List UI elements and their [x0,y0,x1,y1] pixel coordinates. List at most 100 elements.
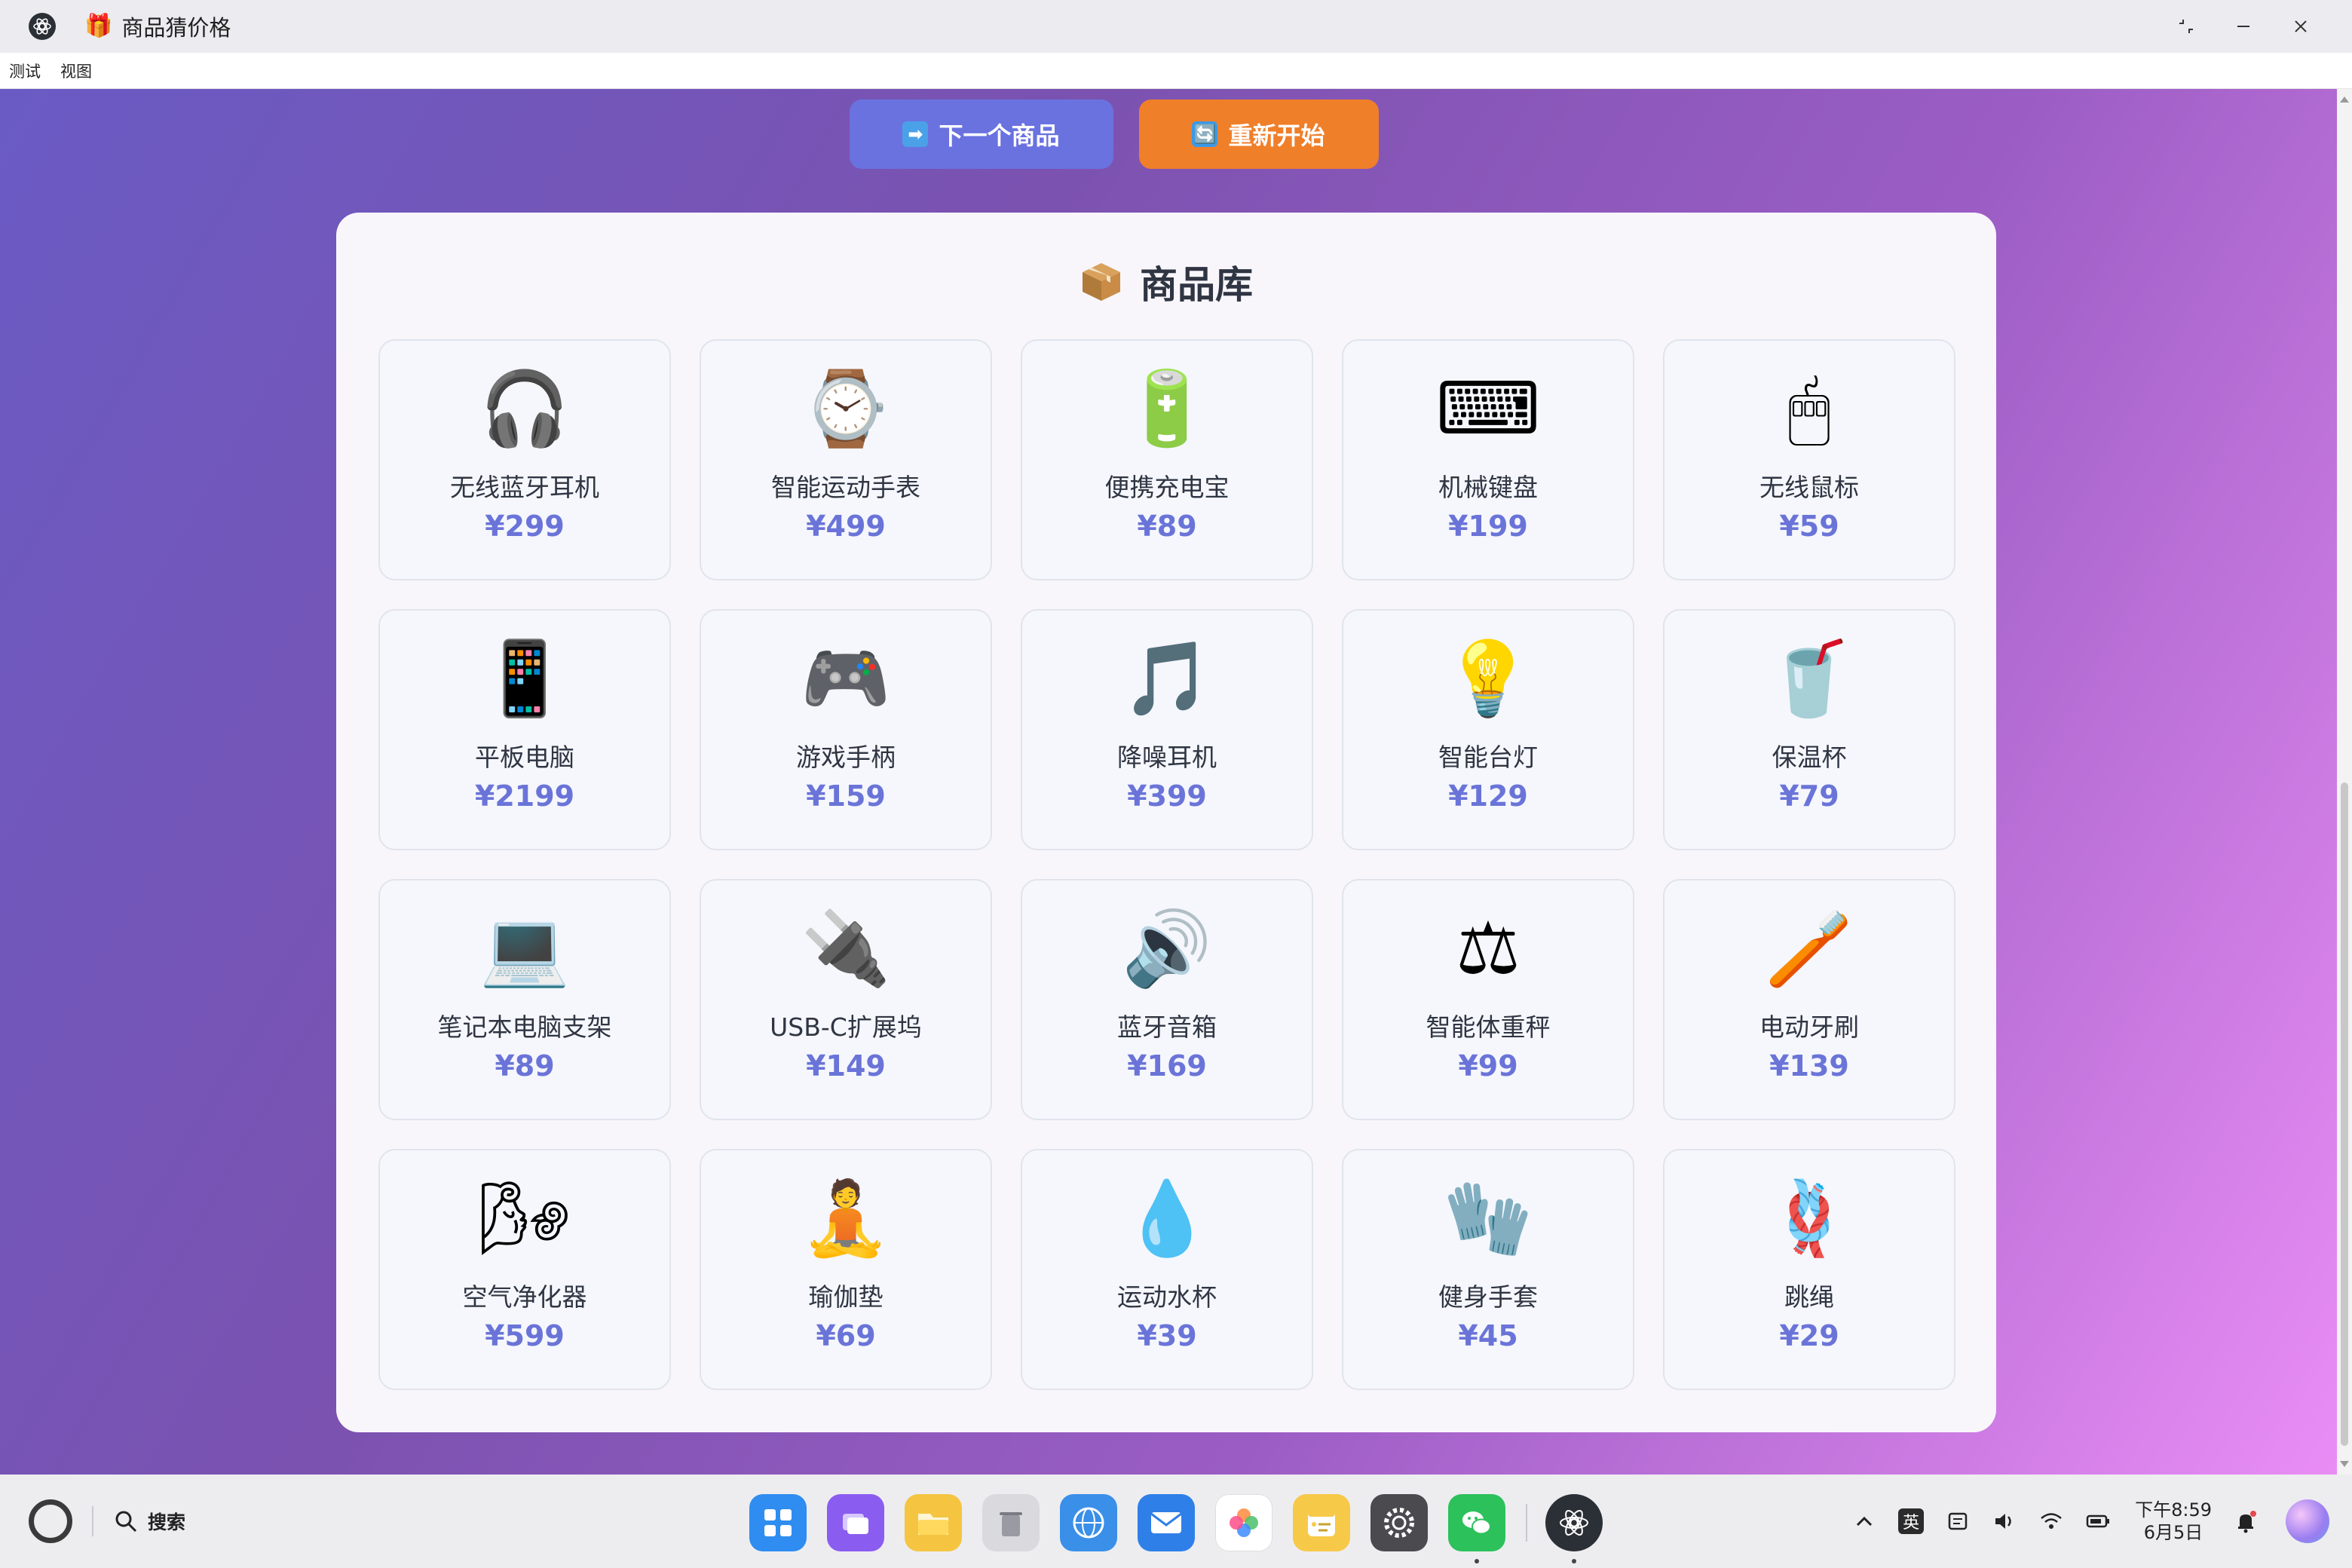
scroll-thumb[interactable] [2341,782,2348,1446]
product-card[interactable]: 🪥 电动牙刷 ¥139 [1663,879,1955,1120]
product-card[interactable]: 🧘 瑜伽垫 ¥69 [700,1149,992,1390]
trash-app-button[interactable] [982,1494,1040,1551]
product-card[interactable]: 💧 运动水杯 ¥39 [1021,1149,1313,1390]
menu-view[interactable]: 视图 [60,60,92,82]
minimize-button[interactable] [2215,0,2272,53]
menu-test[interactable]: 测试 [9,60,41,82]
electron-app-icon [1560,1510,1588,1536]
restart-button[interactable]: 🔄 重新开始 [1138,100,1379,169]
app-logo-icon [29,13,56,40]
settings-app-button[interactable] [1370,1494,1428,1551]
next-product-label: 下一个商品 [939,121,1060,150]
running-indicator [1572,1559,1576,1563]
notes-app-button[interactable] [1293,1494,1350,1551]
photos-icon [1230,1508,1258,1537]
product-name: 瑜伽垫 [808,1282,884,1312]
product-price: ¥29 [1779,1319,1839,1352]
product-price: ¥2199 [474,779,575,813]
product-image-icon: 📱 [479,636,570,721]
mail-icon [1150,1512,1182,1533]
product-card[interactable]: 🎵 降噪耳机 ¥399 [1021,609,1313,850]
battery-button[interactable] [2085,1508,2111,1534]
product-card[interactable]: ⌚ 智能运动手表 ¥499 [700,339,992,580]
product-price: ¥89 [495,1049,555,1083]
close-button[interactable] [2272,0,2329,53]
product-card[interactable]: 🔋 便携充电宝 ¥89 [1021,339,1313,580]
close-icon [2295,20,2307,32]
ime-indicator[interactable]: 英 [1898,1508,1925,1534]
product-image-icon: 🔌 [801,906,891,991]
product-card[interactable]: 🎮 游戏手柄 ¥159 [700,609,992,850]
ime-label: 英 [1898,1508,1925,1534]
browser-app-button[interactable] [1060,1494,1117,1551]
product-name: 智能运动手表 [771,473,920,502]
product-card[interactable]: 💡 智能台灯 ¥129 [1342,609,1634,850]
product-card[interactable]: 🔌 USB-C扩展坞 ¥149 [700,879,992,1120]
product-name: 智能台灯 [1438,743,1538,772]
multitask-app-button[interactable] [827,1494,884,1551]
product-price: ¥199 [1448,510,1528,543]
product-name: 降噪耳机 [1117,743,1217,772]
product-card[interactable]: ⚖ 智能体重秤 ¥99 [1342,879,1634,1120]
product-name: 健身手套 [1438,1282,1538,1312]
product-image-icon: 🎵 [1122,636,1212,721]
product-card[interactable]: 🥤 保温杯 ¥79 [1663,609,1955,850]
taskbar-apps [749,1494,1623,1563]
package-icon [1083,263,1120,301]
product-price: ¥499 [806,510,886,543]
product-image-icon: ⌨ [1435,366,1541,451]
wechat-app-button[interactable] [1448,1494,1505,1563]
product-name: 智能体重秤 [1426,1012,1551,1042]
launcher-app-button[interactable] [749,1494,807,1551]
window-title: 商品猜价格 [121,15,231,41]
tray-expand-button[interactable] [1851,1508,1877,1534]
files-app-button[interactable] [905,1494,962,1551]
taskbar-search[interactable]: 搜索 [113,1508,185,1535]
scroll-up-icon[interactable] [2340,96,2349,103]
photos-app-button[interactable] [1215,1494,1272,1551]
product-card[interactable]: 🎧 无线蓝牙耳机 ¥299 [378,339,671,580]
restore-button[interactable] [2158,0,2215,53]
product-card[interactable]: 🔊 蓝牙音箱 ¥169 [1021,879,1313,1120]
start-button[interactable] [29,1499,72,1543]
arrow-right-icon: ➡ [902,121,929,147]
product-price: ¥159 [806,779,886,813]
product-card[interactable]: 💻 笔记本电脑支架 ¥89 [378,879,671,1120]
battery-icon [2086,1514,2110,1528]
product-card[interactable]: 🧤 健身手套 ¥45 [1342,1149,1634,1390]
next-product-button[interactable]: ➡ 下一个商品 [849,100,1113,169]
product-card[interactable]: 📱 平板电脑 ¥2199 [378,609,671,850]
scroll-down-icon[interactable] [2340,1461,2349,1467]
system-tray: 英 下午8:59 6月5日 [1830,1475,2329,1568]
search-icon [115,1511,137,1533]
running-app-button[interactable] [1545,1494,1603,1563]
product-name: 笔记本电脑支架 [437,1012,612,1042]
wifi-icon [2041,1513,2062,1529]
product-image-icon: 🎧 [479,366,570,451]
product-price: ¥79 [1779,779,1839,813]
product-price: ¥599 [485,1319,565,1352]
assistant-avatar[interactable] [2286,1499,2329,1543]
clock[interactable]: 下午8:59 6月5日 [2135,1499,2212,1544]
vertical-scrollbar[interactable] [2337,89,2352,1475]
product-name: 保温杯 [1772,743,1847,772]
product-name: 平板电脑 [475,743,574,772]
product-name: 便携充电宝 [1104,473,1230,502]
product-image-icon: 💻 [479,906,570,991]
product-price: ¥99 [1458,1049,1518,1083]
clipboard-button[interactable] [1945,1508,1971,1534]
volume-button[interactable] [1992,1508,2017,1534]
product-card[interactable]: 🪢 跳绳 ¥29 [1663,1149,1955,1390]
refresh-icon: 🔄 [1192,121,1218,147]
mail-app-button[interactable] [1138,1494,1195,1551]
notification-button[interactable] [2233,1508,2259,1534]
product-card[interactable]: 🖱 无线鼠标 ¥59 [1663,339,1955,580]
product-card[interactable]: 🌬 空气净化器 ¥599 [378,1149,671,1390]
clipboard-icon [1948,1512,1968,1530]
product-grid: 🎧 无线蓝牙耳机 ¥299 ⌚ 智能运动手表 ¥499 🔋 便携充电宝 ¥89 ⌨ 机械键盘 ¥199… [378,339,1955,1390]
gift-icon: 🎁 [84,13,113,39]
wifi-button[interactable] [2038,1508,2064,1534]
product-card[interactable]: ⌨ 机械键盘 ¥199 [1342,339,1634,580]
product-image-icon: 🧤 [1443,1176,1533,1260]
taskbar-separator [1526,1504,1527,1542]
